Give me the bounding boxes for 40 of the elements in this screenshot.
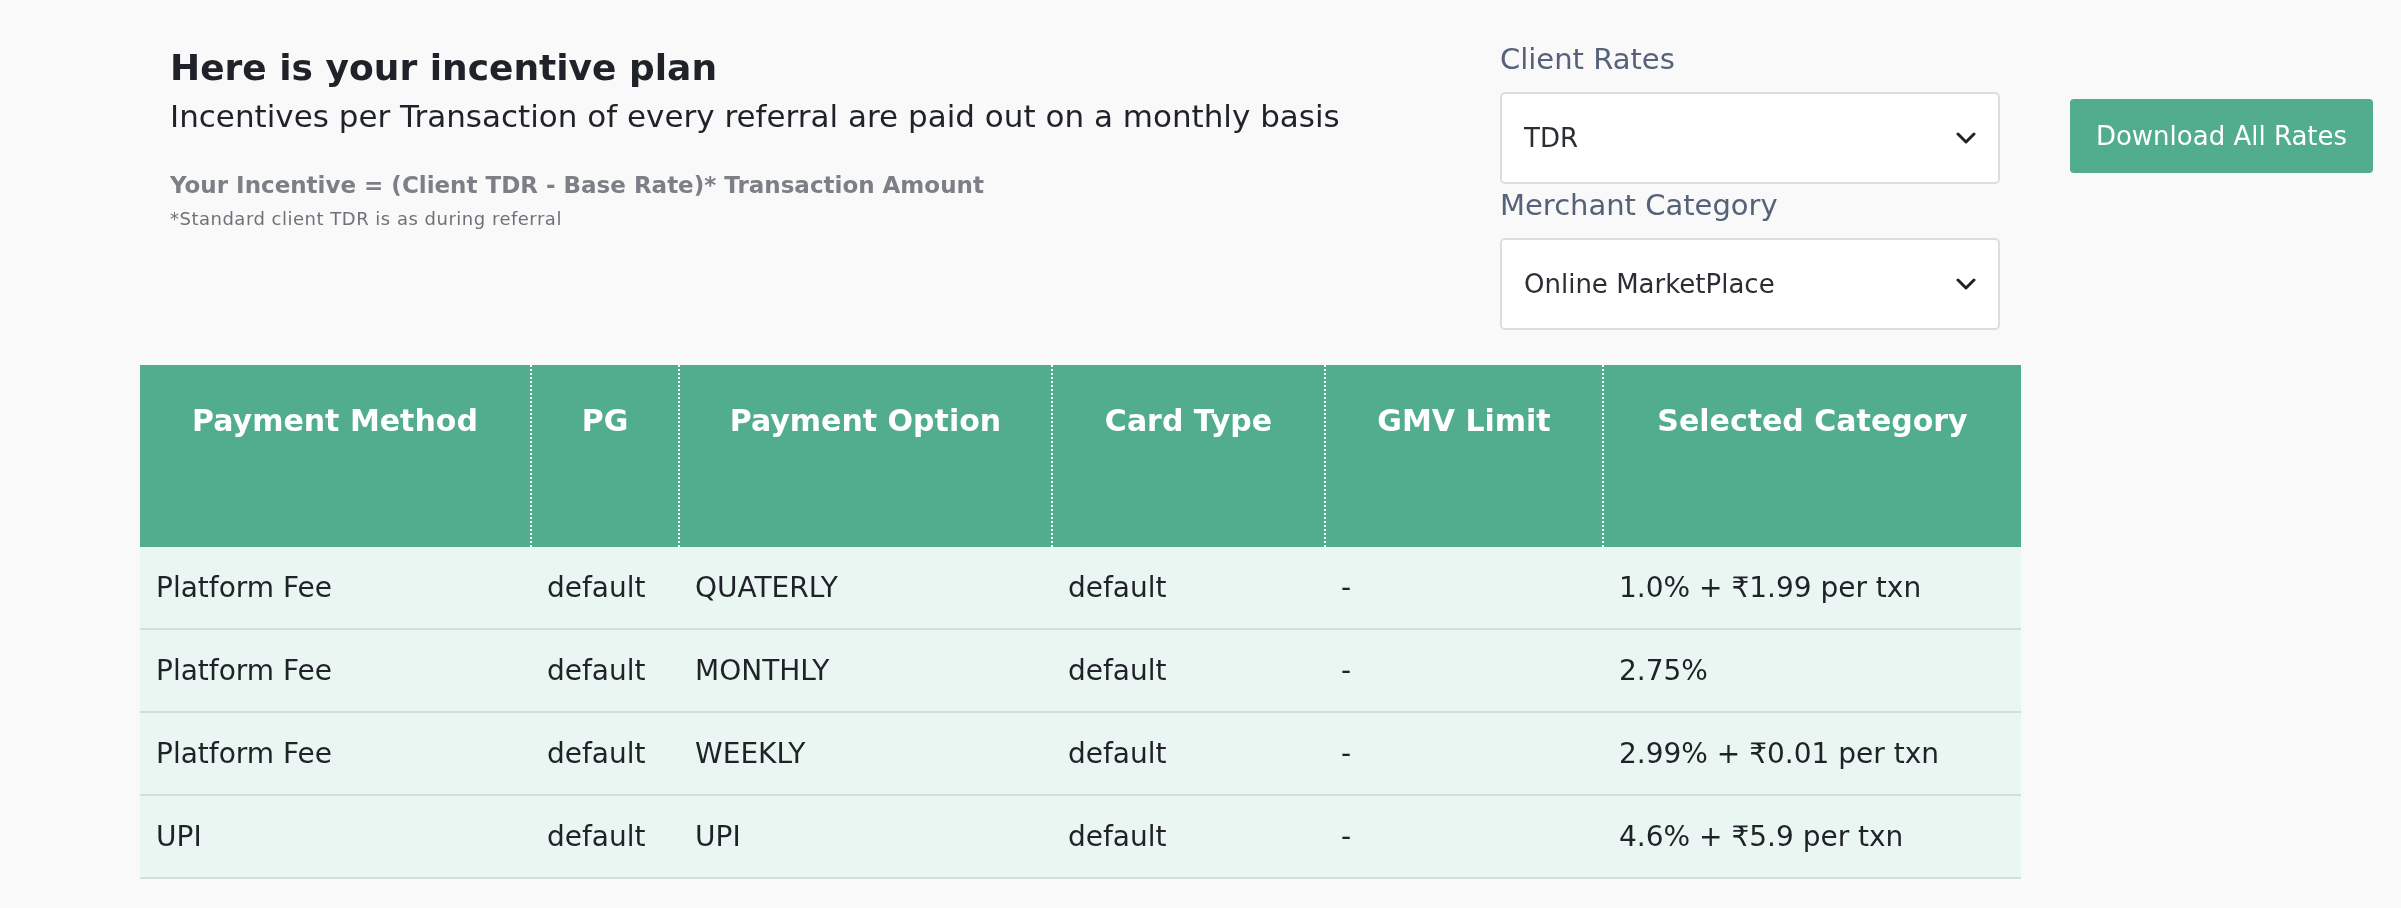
chevron-down-icon	[1956, 278, 1976, 290]
page-title: Here is your incentive plan	[170, 46, 718, 90]
column-header: GMV Limit	[1325, 365, 1603, 547]
table-cell: -	[1325, 795, 1603, 878]
table-cell: UPI	[140, 795, 531, 878]
incentive-formula: Your Incentive = (Client TDR - Base Rate)* Transaction Amount	[170, 172, 985, 198]
table-cell: default	[531, 629, 679, 712]
table-cell: default	[1052, 795, 1325, 878]
table-cell: default	[531, 547, 679, 629]
table-cell: default	[531, 795, 679, 878]
table-cell: 2.75%	[1603, 629, 2021, 712]
chevron-down-icon	[1956, 132, 1976, 144]
column-header: PG	[531, 365, 679, 547]
table-cell: QUATERLY	[679, 547, 1052, 629]
dropdown-select[interactable]: TDR	[1500, 92, 2000, 184]
column-header: Payment Option	[679, 365, 1052, 547]
table-cell: default	[1052, 629, 1325, 712]
column-header: Card Type	[1052, 365, 1325, 547]
table-cell: UPI	[679, 795, 1052, 878]
table-cell: Platform Fee	[140, 712, 531, 795]
table-cell: MONTHLY	[679, 629, 1052, 712]
table-cell: -	[1325, 547, 1603, 629]
table-cell: WEEKLY	[679, 712, 1052, 795]
footnote: *Standard client TDR is as during referral	[170, 208, 563, 229]
column-header: Payment Method	[140, 365, 531, 547]
table-cell: -	[1325, 712, 1603, 795]
table-cell: 2.99% + ₹0.01 per txn	[1603, 712, 2021, 795]
filter-label: Merchant Category	[1500, 187, 1779, 224]
table-cell: 1.0% + ₹1.99 per txn	[1603, 547, 2021, 629]
table-cell: Platform Fee	[140, 629, 531, 712]
filter-label: Client Rates	[1500, 41, 1676, 78]
table-cell: -	[1325, 629, 1603, 712]
table-cell: default	[1052, 547, 1325, 629]
table-cell: Platform Fee	[140, 547, 531, 629]
page-subtitle: Incentives per Transaction of every referral are paid out on a monthly basis	[170, 97, 1341, 136]
table-cell: default	[531, 712, 679, 795]
column-header: Selected Category	[1603, 365, 2021, 547]
table-cell: default	[1052, 712, 1325, 795]
table-cell: 4.6% + ₹5.9 per txn	[1603, 795, 2021, 878]
dropdown-select[interactable]: Online MarketPlace	[1500, 238, 2000, 330]
